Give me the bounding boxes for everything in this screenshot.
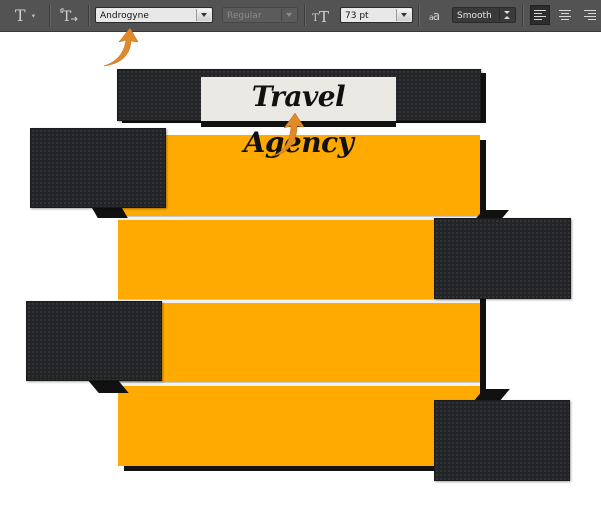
font-style-select[interactable]: Regular [222, 7, 298, 23]
type-tool-preset[interactable]: T ▾ [6, 0, 44, 31]
svg-text:T: T [319, 8, 329, 25]
dark-panel-right-2 [434, 400, 570, 481]
font-size-icon: T T [312, 8, 329, 25]
toolbar-separator [522, 5, 524, 26]
type-tool-icon: T [14, 6, 26, 25]
updown-arrows-icon[interactable] [499, 9, 514, 21]
anti-alias-value: Smooth [457, 11, 492, 21]
font-family-value: Androgyne [100, 11, 149, 21]
stripe-divider [118, 216, 480, 220]
font-family-select[interactable]: Androgyne [95, 7, 213, 23]
font-size-icon-wrap: T T [310, 0, 334, 31]
text-orientation-button[interactable]: T [56, 0, 82, 31]
chevron-down-icon[interactable] [396, 9, 411, 21]
toolbar-separator [418, 5, 420, 26]
anti-alias-select[interactable]: Smooth [452, 7, 516, 23]
chevron-down-icon[interactable] [196, 9, 211, 21]
orange-stripe-4 [118, 386, 480, 466]
annotation-arrow-icon [103, 27, 139, 67]
align-center-button[interactable] [555, 5, 575, 25]
dark-panel-left-1 [30, 128, 166, 208]
text-orientation-icon: T [60, 8, 78, 25]
font-style-value: Regular [227, 11, 262, 21]
svg-text:T: T [312, 13, 319, 24]
chevron-down-icon: ▾ [31, 11, 36, 20]
toolbar-separator [304, 5, 306, 26]
toolbar-separator [88, 5, 90, 26]
dark-panel-right-1 [434, 218, 571, 299]
stripe-divider [118, 382, 480, 386]
font-size-value: 73 pt [345, 11, 369, 21]
align-left-button[interactable] [530, 5, 550, 25]
orange-stripe-3 [118, 302, 480, 382]
orange-stripe-2 [118, 219, 480, 299]
document-canvas[interactable]: Travel Agency [0, 32, 601, 522]
anti-alias-icon-wrap: aa [423, 0, 445, 31]
align-right-button[interactable] [580, 5, 600, 25]
chevron-down-icon[interactable] [281, 9, 296, 21]
stripe-divider [118, 299, 480, 303]
toolbar-separator [49, 5, 51, 26]
svg-text:T: T [62, 9, 72, 25]
options-toolbar: T ▾ T Androgyne Regular T T 73 pt aa Smo… [0, 0, 601, 32]
annotation-arrow-icon [271, 112, 305, 157]
font-size-select[interactable]: 73 pt [340, 7, 413, 23]
anti-alias-icon: aa [428, 8, 440, 23]
dark-panel-left-2 [26, 301, 162, 381]
